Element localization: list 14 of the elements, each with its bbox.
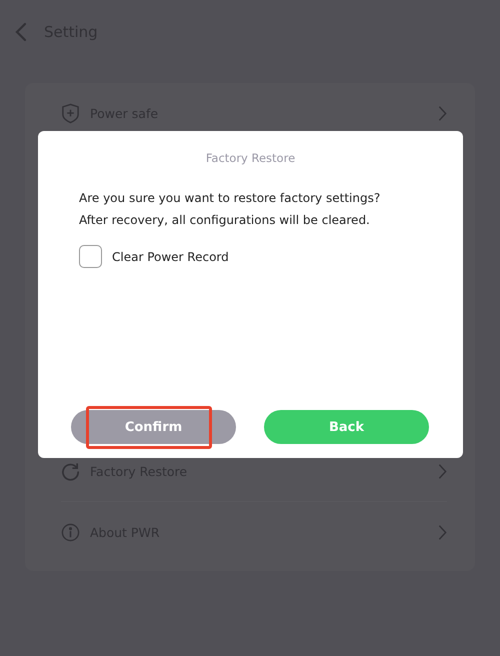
info-icon: [61, 522, 80, 542]
checkbox-label: Clear Power Record: [112, 250, 229, 264]
back-button[interactable]: Back: [264, 410, 429, 444]
chevron-icon: [438, 524, 447, 540]
confirm-button[interactable]: Confirm: [71, 410, 236, 444]
refresh-icon: [61, 462, 80, 480]
chevron-icon: [438, 104, 447, 122]
dialog-message: Are you sure you want to restore factory settings?: [79, 190, 382, 207]
back-icon[interactable]: [15, 22, 27, 42]
dialog-title: Factory Restore: [204, 151, 296, 165]
chevron-icon: [438, 462, 447, 480]
checkbox[interactable]: [79, 245, 102, 268]
dialog-message: After recovery, all configurations will be cleared.: [79, 212, 371, 229]
shield-icon: [61, 102, 80, 124]
